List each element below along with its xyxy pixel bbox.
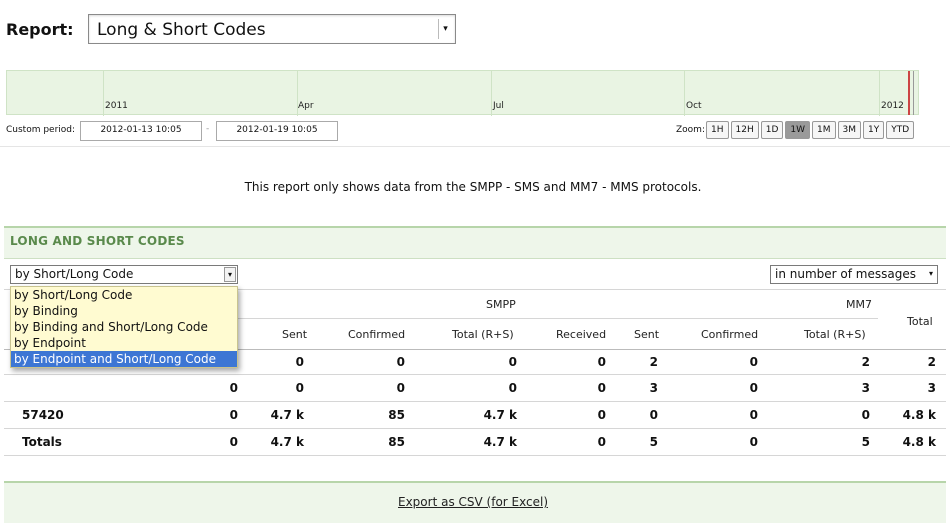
- report-label: Report:: [6, 20, 74, 39]
- cell-mm7-received: 0: [597, 381, 606, 395]
- unit-select[interactable]: in number of messages ▾: [770, 265, 938, 284]
- cell-binding-sent: 0: [229, 408, 238, 422]
- cell-code: 57420: [22, 408, 64, 422]
- dropdown-option[interactable]: by Binding: [11, 303, 237, 319]
- timeline-label: Apr: [298, 101, 314, 111]
- chevron-down-icon: ▾: [438, 19, 452, 39]
- unit-select-value: in number of messages: [775, 267, 916, 281]
- cell-smpp-confirmed: 85: [388, 435, 405, 449]
- timeline-tick: [879, 71, 880, 116]
- cell-mm7-sent: 2: [649, 355, 658, 369]
- group-by-select[interactable]: by Short/Long Code ▾: [10, 265, 238, 284]
- zoom-1w-button[interactable]: 1W: [785, 121, 811, 139]
- zoom-1h-button[interactable]: 1H: [706, 121, 729, 139]
- timeline-tick: [684, 71, 685, 116]
- timeline-label: 2011: [105, 101, 128, 111]
- timeline-tick: [491, 71, 492, 116]
- cell-totals-label: Totals: [22, 435, 62, 449]
- cell-binding-sent: 0: [229, 435, 238, 449]
- cell-smpp-sent: 0: [295, 355, 304, 369]
- dropdown-option[interactable]: by Short/Long Code: [11, 287, 237, 303]
- dropdown-option-highlighted[interactable]: by Endpoint and Short/Long Code: [11, 351, 237, 367]
- zoom-3m-button[interactable]: 3M: [837, 121, 862, 139]
- export-csv-link[interactable]: Export as CSV (for Excel): [0, 495, 946, 509]
- zoom-1d-button[interactable]: 1D: [760, 121, 784, 139]
- cell-mm7-confirmed: 0: [749, 408, 758, 422]
- column-header[interactable]: Total (R+S): [804, 328, 866, 341]
- table-border: [4, 428, 946, 429]
- cell-mm7-sent: 3: [649, 381, 658, 395]
- cell-smpp-confirmed: 0: [396, 355, 405, 369]
- column-group-smpp: SMPP: [486, 298, 516, 311]
- zoom-12h-button[interactable]: 12H: [730, 121, 759, 139]
- cell-mm7-confirmed: 0: [749, 381, 758, 395]
- timeline-selection-handle[interactable]: [908, 71, 910, 115]
- panel-title: LONG AND SHORT CODES: [10, 234, 185, 248]
- zoom-button-group: 1H 12H 1D 1W 1M 3M 1Y YTD: [706, 121, 915, 139]
- table-border: [4, 374, 946, 375]
- column-header[interactable]: Sent: [282, 328, 307, 341]
- cell-smpp-total: 4.7 k: [483, 408, 517, 422]
- date-separator: -: [206, 124, 210, 134]
- cell-mm7-confirmed: 0: [749, 355, 758, 369]
- timeline-selection-handle[interactable]: [913, 71, 914, 115]
- timeline-tick: [103, 71, 104, 116]
- date-to-input[interactable]: 2012-01-19 10:05: [216, 121, 338, 141]
- timeline-label: Oct: [686, 101, 702, 111]
- cell-smpp-confirmed: 0: [396, 381, 405, 395]
- cell-smpp-sent: 4.7 k: [270, 435, 304, 449]
- cell-mm7-received: 0: [597, 435, 606, 449]
- report-select[interactable]: Long & Short Codes ▾: [88, 14, 456, 44]
- zoom-1m-button[interactable]: 1M: [812, 121, 836, 139]
- protocol-notice: This report only shows data from the SMP…: [244, 180, 702, 194]
- group-by-dropdown-list: by Short/Long Code by Binding by Binding…: [10, 286, 238, 368]
- column-header[interactable]: Total (R+S): [452, 328, 514, 341]
- column-header[interactable]: Confirmed: [348, 328, 405, 341]
- zoom-1y-button[interactable]: 1Y: [863, 121, 885, 139]
- group-by-select-value: by Short/Long Code: [15, 267, 134, 281]
- divider: [4, 258, 946, 259]
- dropdown-option[interactable]: by Binding and Short/Long Code: [11, 319, 237, 335]
- report-select-value: Long & Short Codes: [97, 20, 266, 40]
- cell-mm7-total: 2: [861, 355, 870, 369]
- cell-mm7-sent: 0: [649, 408, 658, 422]
- column-header[interactable]: Confirmed: [701, 328, 758, 341]
- cell-total: 3: [927, 381, 936, 395]
- divider: [0, 146, 950, 147]
- cell-mm7-sent: 5: [649, 435, 658, 449]
- cell-mm7-total: 5: [861, 435, 870, 449]
- cell-smpp-sent: 0: [295, 381, 304, 395]
- chevron-down-icon: ▾: [928, 269, 933, 278]
- cell-mm7-received: 0: [597, 355, 606, 369]
- cell-smpp-total: 0: [508, 381, 517, 395]
- zoom-label: Zoom:: [676, 125, 705, 135]
- cell-total: 2: [927, 355, 936, 369]
- cell-mm7-confirmed: 0: [749, 435, 758, 449]
- cell-binding-sent: 0: [229, 381, 238, 395]
- cell-smpp-total: 4.7 k: [483, 435, 517, 449]
- timeline-navigator[interactable]: 2011 Apr Jul Oct 2012: [6, 70, 919, 116]
- cell-total: 4.8 k: [902, 408, 936, 422]
- cell-smpp-confirmed: 85: [388, 408, 405, 422]
- dropdown-option[interactable]: by Endpoint: [11, 335, 237, 351]
- column-group-mm7: MM7: [846, 298, 872, 311]
- cell-smpp-total: 0: [508, 355, 517, 369]
- cell-smpp-sent: 4.7 k: [270, 408, 304, 422]
- cell-total: 4.8 k: [902, 435, 936, 449]
- cell-mm7-total: 0: [861, 408, 870, 422]
- timeline-label: 2012: [881, 101, 904, 111]
- cell-mm7-received: 0: [597, 408, 606, 422]
- chevron-down-icon: ▾: [224, 267, 236, 282]
- cell-mm7-total: 3: [861, 381, 870, 395]
- table-border: [4, 401, 946, 402]
- timeline-label: Jul: [493, 101, 504, 111]
- date-from-input[interactable]: 2012-01-13 10:05: [80, 121, 202, 141]
- zoom-ytd-button[interactable]: YTD: [886, 121, 915, 139]
- table-border: [4, 455, 946, 456]
- table-group-divider: [238, 318, 878, 319]
- custom-period-label: Custom period:: [6, 125, 76, 135]
- column-header[interactable]: Received: [556, 328, 606, 341]
- column-header[interactable]: Total: [907, 315, 933, 328]
- column-header[interactable]: Sent: [634, 328, 659, 341]
